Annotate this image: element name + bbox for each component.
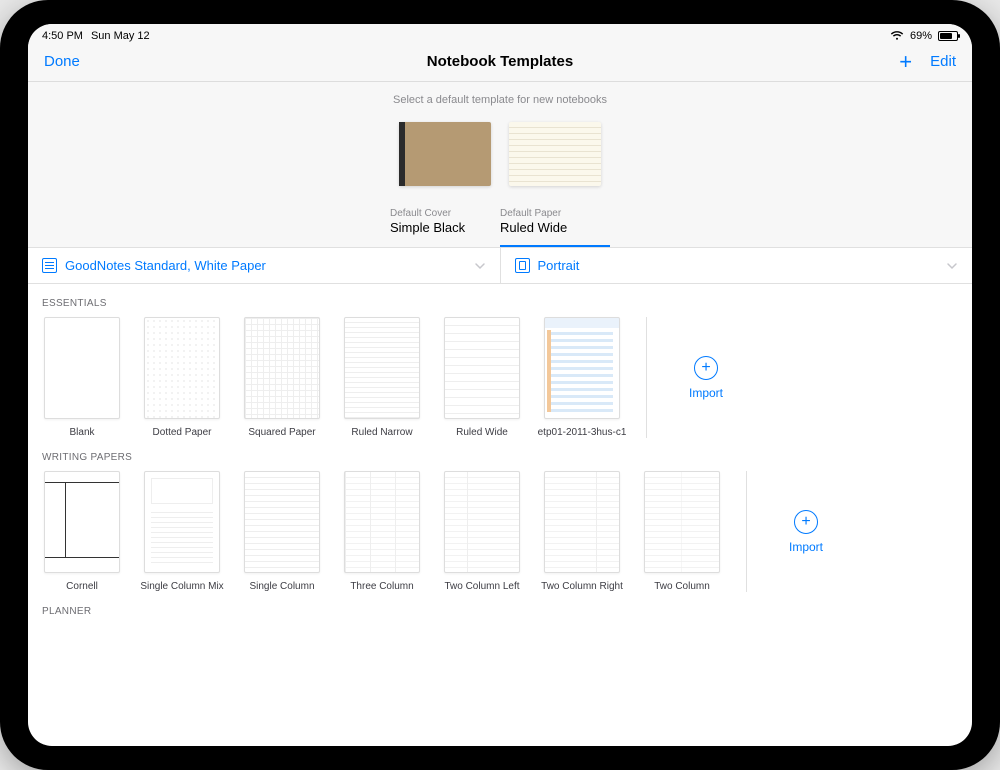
paper-style-label: GoodNotes Standard, White Paper bbox=[65, 258, 266, 273]
battery-percent: 69% bbox=[910, 30, 932, 42]
template-thumb bbox=[444, 317, 520, 419]
section-writing-title: WRITING PAPERS bbox=[28, 438, 972, 471]
edit-button[interactable]: Edit bbox=[930, 53, 956, 70]
navbar: Done Notebook Templates + Edit bbox=[28, 42, 972, 82]
import-label: Import bbox=[789, 540, 823, 554]
tab-default-paper[interactable]: Default Paper Ruled Wide bbox=[500, 204, 610, 247]
import-label: Import bbox=[689, 386, 723, 400]
template-thumb bbox=[644, 471, 720, 573]
import-template-button[interactable]: + Import bbox=[771, 510, 841, 554]
divider bbox=[746, 471, 747, 592]
template-label: Cornell bbox=[66, 581, 98, 592]
template-blank[interactable]: Blank bbox=[42, 317, 122, 438]
template-two-column-left[interactable]: Two Column Left bbox=[442, 471, 522, 592]
default-subtitle: Select a default template for new notebo… bbox=[28, 94, 972, 106]
default-paper-preview[interactable] bbox=[509, 122, 601, 186]
add-button[interactable]: + bbox=[899, 51, 912, 73]
template-label: Single Column bbox=[249, 581, 314, 592]
template-three-column[interactable]: Three Column bbox=[342, 471, 422, 592]
screen: 4:50 PM Sun May 12 69% Done Notebook Tem… bbox=[28, 24, 972, 746]
default-cover-preview[interactable] bbox=[399, 122, 491, 186]
tab-value: Simple Black bbox=[390, 220, 500, 235]
template-thumb bbox=[44, 317, 120, 419]
plus-circle-icon: + bbox=[694, 356, 718, 380]
template-label: Three Column bbox=[350, 581, 413, 592]
template-label: Two Column bbox=[654, 581, 710, 592]
template-thumb bbox=[544, 317, 620, 419]
wifi-icon bbox=[890, 31, 904, 41]
template-thumb bbox=[244, 317, 320, 419]
template-thumb bbox=[144, 471, 220, 573]
template-label: Two Column Left bbox=[444, 581, 519, 592]
paper-icon bbox=[42, 258, 57, 273]
template-label: Squared Paper bbox=[248, 427, 315, 438]
template-single-column[interactable]: Single Column bbox=[242, 471, 322, 592]
orientation-label: Portrait bbox=[538, 258, 580, 273]
chevron-down-icon bbox=[946, 260, 958, 272]
tab-value: Ruled Wide bbox=[500, 220, 610, 235]
template-two-column[interactable]: Two Column bbox=[642, 471, 722, 592]
page-title: Notebook Templates bbox=[427, 53, 573, 70]
template-label: Dotted Paper bbox=[153, 427, 212, 438]
divider bbox=[646, 317, 647, 438]
template-label: Ruled Narrow bbox=[351, 427, 412, 438]
template-two-column-right[interactable]: Two Column Right bbox=[542, 471, 622, 592]
template-ruled-narrow[interactable]: Ruled Narrow bbox=[342, 317, 422, 438]
template-thumb bbox=[244, 471, 320, 573]
template-thumb bbox=[444, 471, 520, 573]
template-cornell[interactable]: Cornell bbox=[42, 471, 122, 592]
tab-default-cover[interactable]: Default Cover Simple Black bbox=[390, 204, 500, 247]
selector-bar: GoodNotes Standard, White Paper Portrait bbox=[28, 248, 972, 284]
template-label: Single Column Mix bbox=[140, 581, 223, 592]
paper-style-selector[interactable]: GoodNotes Standard, White Paper bbox=[28, 248, 501, 283]
import-template-button[interactable]: + Import bbox=[671, 356, 741, 400]
status-time: 4:50 PM bbox=[42, 30, 83, 42]
tab-label: Default Paper bbox=[500, 208, 610, 219]
done-button[interactable]: Done bbox=[44, 53, 80, 70]
section-essentials-title: ESSENTIALS bbox=[28, 284, 972, 317]
orientation-icon bbox=[515, 258, 530, 273]
template-thumb bbox=[344, 471, 420, 573]
section-planner-title: PLANNER bbox=[28, 592, 972, 625]
plus-circle-icon: + bbox=[794, 510, 818, 534]
writing-row: Cornell Single Column Mix Single Column … bbox=[28, 471, 972, 592]
template-thumb bbox=[344, 317, 420, 419]
template-label: etp01-2011-3hus-c1 bbox=[538, 427, 627, 438]
battery-icon bbox=[938, 31, 958, 41]
default-template-area: Select a default template for new notebo… bbox=[28, 82, 972, 248]
status-date: Sun May 12 bbox=[91, 30, 150, 42]
template-label: Ruled Wide bbox=[456, 427, 508, 438]
template-thumb bbox=[144, 317, 220, 419]
template-label: Blank bbox=[69, 427, 94, 438]
template-single-column-mix[interactable]: Single Column Mix bbox=[142, 471, 222, 592]
template-thumb bbox=[44, 471, 120, 573]
status-bar: 4:50 PM Sun May 12 69% bbox=[28, 24, 972, 42]
template-squared-paper[interactable]: Squared Paper bbox=[242, 317, 322, 438]
orientation-selector[interactable]: Portrait bbox=[501, 248, 973, 283]
template-dotted-paper[interactable]: Dotted Paper bbox=[142, 317, 222, 438]
tab-label: Default Cover bbox=[390, 208, 500, 219]
chevron-down-icon bbox=[474, 260, 486, 272]
template-ruled-wide[interactable]: Ruled Wide bbox=[442, 317, 522, 438]
template-thumb bbox=[544, 471, 620, 573]
templates-list[interactable]: ESSENTIALS Blank Dotted Paper Squared Pa… bbox=[28, 284, 972, 746]
template-label: Two Column Right bbox=[541, 581, 623, 592]
essentials-row: Blank Dotted Paper Squared Paper Ruled N… bbox=[28, 317, 972, 438]
template-custom-etp01[interactable]: etp01-2011-3hus-c1 bbox=[542, 317, 622, 438]
ipad-frame: 4:50 PM Sun May 12 69% Done Notebook Tem… bbox=[0, 0, 1000, 770]
